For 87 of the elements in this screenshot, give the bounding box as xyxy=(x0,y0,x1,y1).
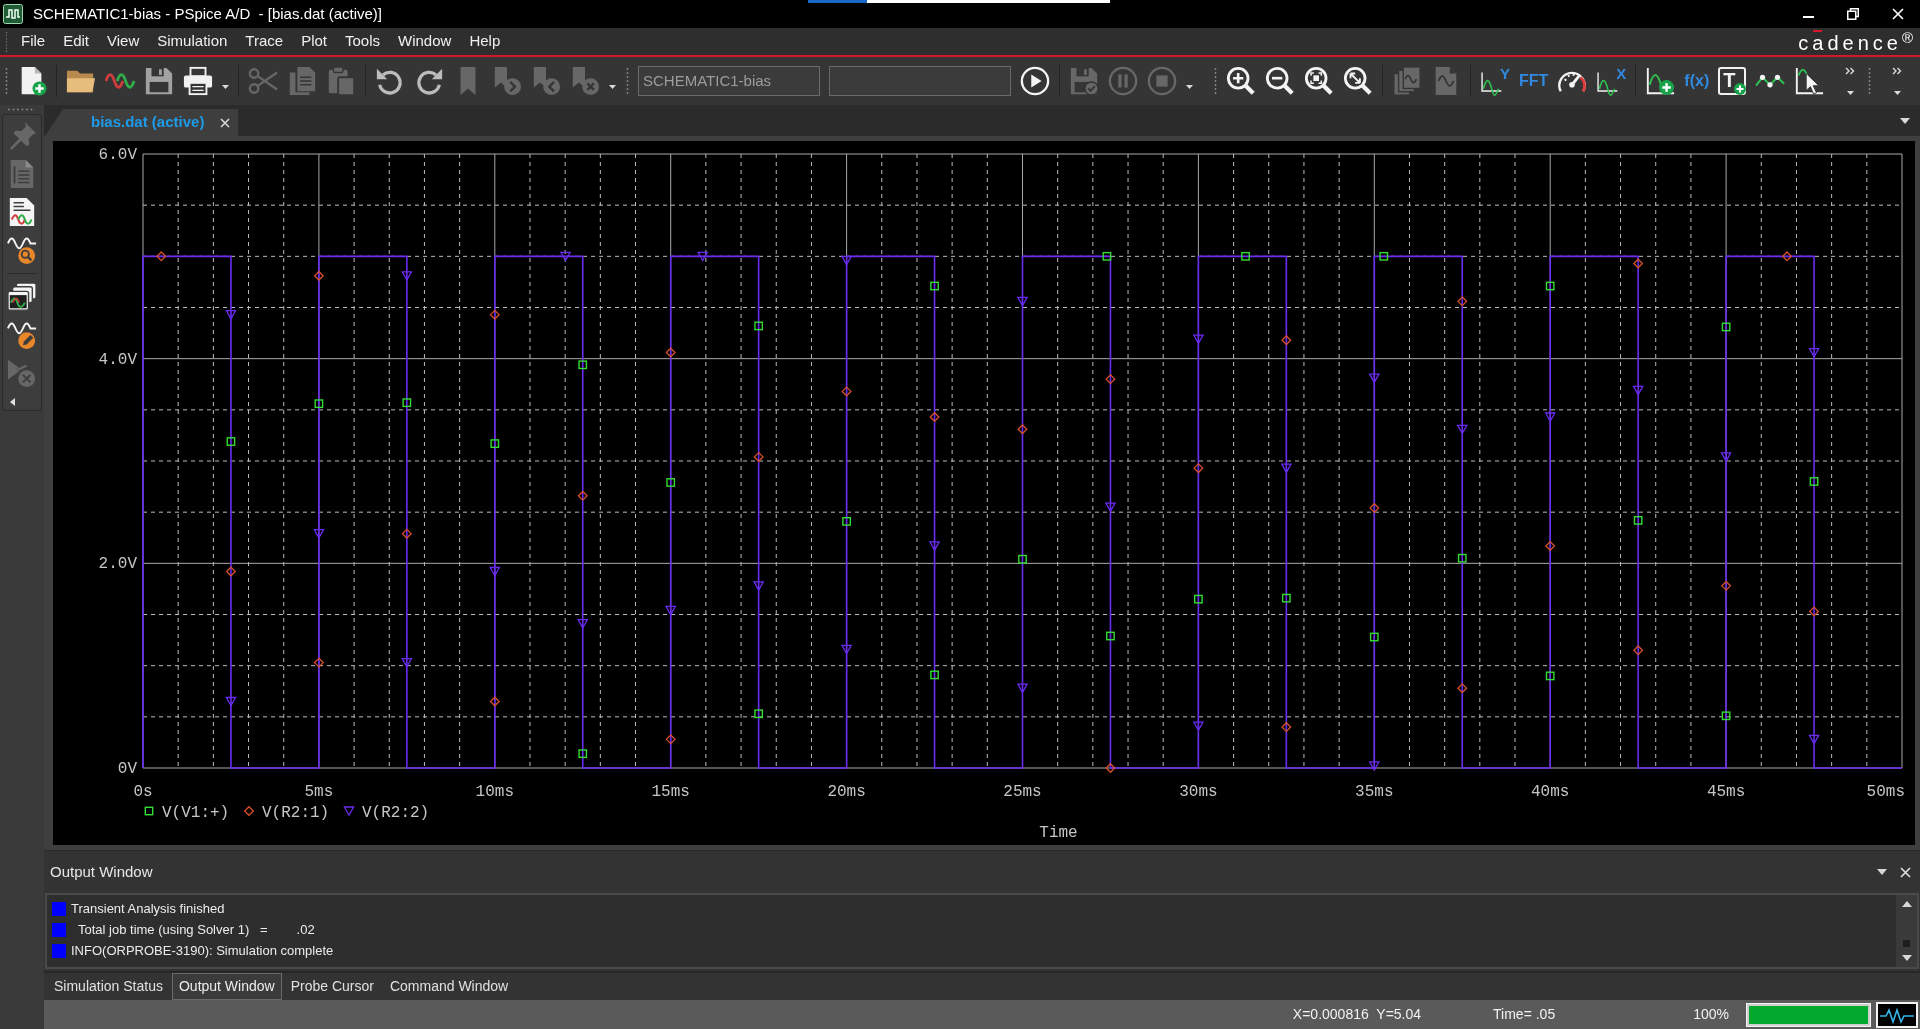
chevron-icon[interactable] xyxy=(1845,67,1856,75)
app-icon xyxy=(3,4,23,24)
axis-tick-label: 10ms xyxy=(475,783,514,801)
zoom-out-icon[interactable] xyxy=(1265,66,1295,96)
panel-tab[interactable]: Probe Cursor xyxy=(283,973,381,1000)
panel-title: Output Window xyxy=(50,861,153,882)
logo: cadence$^{®}$ xyxy=(1798,28,1917,55)
output-line: Transient Analysis finished xyxy=(71,899,225,918)
panel-tab[interactable]: Output Window xyxy=(171,973,282,1000)
caret-icon[interactable] xyxy=(609,85,616,89)
output-line: Total job time (using Solver 1) = .02 xyxy=(77,920,315,939)
play-icon[interactable] xyxy=(1020,66,1050,96)
scroll-up-icon[interactable] xyxy=(1901,901,1912,907)
panel-tab[interactable]: Command Window xyxy=(382,973,516,1000)
scroll-thumb[interactable] xyxy=(1903,940,1910,947)
progress-label: 100% xyxy=(1693,1005,1729,1024)
zoom-in-icon[interactable] xyxy=(1226,66,1256,96)
panel-tab[interactable]: Simulation Status xyxy=(47,973,170,1000)
caret-icon[interactable] xyxy=(1846,91,1854,95)
grip-icon[interactable] xyxy=(1214,68,1217,94)
input-field[interactable] xyxy=(829,66,1011,96)
menu-item[interactable]: File xyxy=(12,28,55,55)
text-tool-button[interactable]: T xyxy=(1718,67,1747,95)
close-icon[interactable] xyxy=(1900,866,1911,878)
caret-icon[interactable] xyxy=(1186,85,1193,89)
message-icon xyxy=(52,943,66,958)
scrollbar[interactable] xyxy=(1896,895,1917,967)
axis-tick-label: 0s xyxy=(133,783,153,801)
caret-icon[interactable] xyxy=(222,85,229,89)
axis-tick-label: 45ms xyxy=(1706,783,1746,801)
menu-item[interactable]: Help xyxy=(460,28,510,55)
axis-tick-label: 20ms xyxy=(827,783,866,801)
waveform-search-icon[interactable] xyxy=(7,235,37,265)
window-title: SCHEMATIC1-bias - PSpice A/D - [bias.dat (active)] xyxy=(33,3,382,24)
axis-tick-label: 40ms xyxy=(1531,783,1570,801)
axis-title: Time xyxy=(1039,824,1078,842)
axis-tick-label: 6.0V xyxy=(98,146,137,164)
dropdown-caret-icon[interactable] xyxy=(1877,869,1887,875)
waveform-edit-icon[interactable] xyxy=(7,320,37,350)
scroll-down-icon[interactable] xyxy=(1901,955,1912,961)
legend-label: V(R2:1) xyxy=(262,804,330,822)
restore-icon[interactable] xyxy=(1847,8,1859,20)
caret-icon[interactable] xyxy=(1893,91,1901,95)
menu-item[interactable]: View xyxy=(98,28,149,55)
menu-item[interactable]: Edit xyxy=(54,28,99,55)
message-icon xyxy=(52,901,66,916)
plus-icon xyxy=(1734,83,1747,95)
input-field[interactable]: SCHEMATIC1-bias xyxy=(638,66,820,96)
menu-item[interactable]: Simulation xyxy=(148,28,237,55)
axis-tick-label: 15ms xyxy=(651,783,690,801)
grip-icon[interactable] xyxy=(1868,68,1872,94)
axis-tick-label: 5ms xyxy=(304,783,334,801)
grip-icon[interactable] xyxy=(626,68,629,94)
axis-tick-label: 4.0V xyxy=(98,350,137,369)
axis-tick-label: 2.0V xyxy=(98,555,137,574)
axis-tick-label: 30ms xyxy=(1179,783,1218,801)
menu-item[interactable]: Tools xyxy=(336,28,389,55)
stacked-windows-icon[interactable] xyxy=(7,282,37,312)
waveform-document-icon[interactable] xyxy=(7,197,37,227)
printer-icon[interactable] xyxy=(183,66,213,96)
zoom-fit-icon[interactable] xyxy=(1304,66,1334,96)
chart-pointer-icon[interactable] xyxy=(1794,66,1825,96)
menu-item[interactable]: Plot xyxy=(292,28,336,55)
grip-icon[interactable] xyxy=(5,68,8,94)
time-readout: Time= .05 xyxy=(1493,1005,1556,1024)
message-icon xyxy=(52,922,66,937)
cursor-readout: X=0.000816 Y=5.04 xyxy=(1292,1005,1422,1024)
dropdown-caret-icon[interactable] xyxy=(1900,117,1910,124)
axis-tick-label: 25ms xyxy=(1003,783,1042,801)
legend-label: V(R2:2) xyxy=(362,804,430,822)
axis-tick-label: 35ms xyxy=(1355,783,1394,801)
zoom-diagonal-icon[interactable] xyxy=(1343,66,1373,96)
chart-add-icon[interactable] xyxy=(1645,66,1676,96)
document-tab[interactable]: bias.dat (active) xyxy=(45,109,239,136)
chevron-icon[interactable] xyxy=(1892,67,1903,75)
grip-icon[interactable] xyxy=(5,31,8,52)
redo-icon[interactable] xyxy=(414,66,444,96)
undo-icon[interactable] xyxy=(375,66,405,96)
axis-tick-label: 0V xyxy=(117,760,137,778)
waveform-status-icon xyxy=(1876,1001,1918,1028)
menu-item[interactable]: Trace xyxy=(236,28,293,55)
axis-tick-label: 50ms xyxy=(1866,783,1905,801)
output-line: INFO(ORPROBE-3190): Simulation complete xyxy=(71,941,334,960)
menu-item[interactable]: Window xyxy=(389,28,461,55)
legend-label: V(V1:+) xyxy=(162,804,230,822)
close-icon[interactable] xyxy=(220,117,231,128)
collapse-arrow-icon[interactable] xyxy=(10,398,15,406)
